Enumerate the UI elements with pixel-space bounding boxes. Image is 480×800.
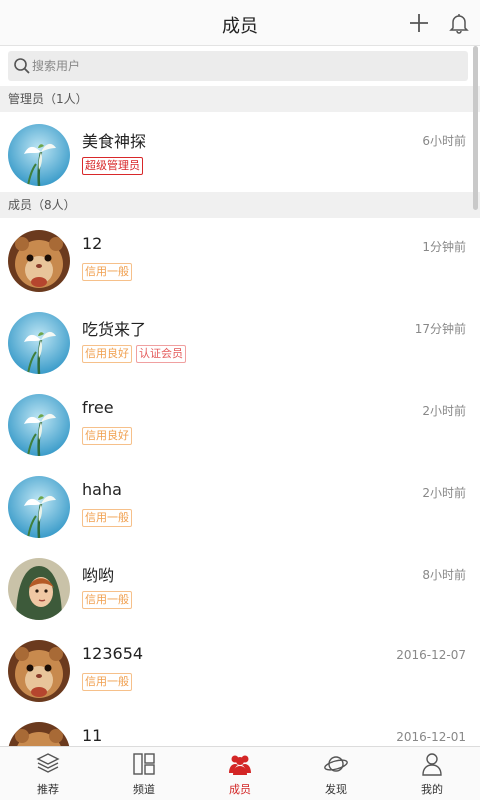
avatar[interactable]	[8, 312, 70, 374]
tab-label: 频道	[133, 783, 155, 796]
member-name: 123654	[82, 644, 144, 663]
avatar[interactable]	[8, 476, 70, 538]
member-badges: 信用良好	[82, 424, 136, 445]
search-input[interactable]	[32, 55, 452, 77]
tab-layers[interactable]: 推荐	[0, 747, 96, 800]
member-name: haha	[82, 480, 122, 499]
tab-members[interactable]: 成员	[192, 747, 288, 800]
member-time: 8小时前	[422, 568, 466, 582]
member-badge: 信用良好	[82, 345, 132, 363]
member-name: 美食神探	[82, 132, 147, 151]
tab-label: 我的	[421, 783, 443, 796]
member-name: free	[82, 398, 114, 417]
member-badges: 超级管理员	[82, 154, 147, 175]
member-time: 2小时前	[422, 486, 466, 500]
member-badges: 信用一般	[82, 670, 136, 691]
search-area	[0, 46, 480, 86]
member-badges: 信用良好 认证会员	[82, 342, 190, 363]
avatar[interactable]	[8, 230, 70, 292]
member-name: 哟哟	[82, 566, 115, 585]
member-badges: 信用一般	[82, 588, 136, 609]
bottom-tab-bar: 推荐 频道 成员 发现 我的	[0, 746, 480, 800]
member-time: 17分钟前	[414, 322, 466, 336]
member-badge: 超级管理员	[82, 157, 143, 175]
member-name: 12	[82, 234, 103, 253]
avatar[interactable]	[8, 394, 70, 456]
member-badge: 信用良好	[82, 427, 132, 445]
member-name: 吃货来了	[82, 320, 147, 339]
member-time: 6小时前	[422, 134, 466, 148]
member-row[interactable]: free 2小时前信用良好	[0, 382, 472, 464]
member-row[interactable]: 美食神探 6小时前超级管理员	[0, 112, 472, 194]
avatar[interactable]	[8, 640, 70, 702]
top-bar: 成员	[0, 0, 480, 46]
member-badge: 认证会员	[136, 345, 186, 363]
member-badge: 信用一般	[82, 673, 132, 691]
member-name: 11	[82, 726, 103, 745]
member-badge: 信用一般	[82, 509, 132, 527]
member-row[interactable]: 哟哟 8小时前信用一般	[0, 546, 472, 628]
avatar[interactable]	[8, 558, 70, 620]
member-time: 1分钟前	[422, 240, 466, 254]
member-badge: 信用一般	[82, 591, 132, 609]
members-section-header: 成员（8人）	[0, 192, 480, 218]
member-row[interactable]: 吃货来了 17分钟前信用良好 认证会员	[0, 300, 472, 382]
tab-planet[interactable]: 发现	[288, 747, 384, 800]
tab-label: 推荐	[37, 783, 59, 796]
member-badges: 信用一般	[82, 260, 136, 281]
member-time: 2小时前	[422, 404, 466, 418]
avatar[interactable]	[8, 124, 70, 186]
member-badge: 信用一般	[82, 263, 132, 281]
tab-label: 成员	[229, 783, 251, 796]
bell-icon[interactable]	[446, 10, 472, 36]
member-time: 2016-12-01	[396, 730, 466, 744]
plus-icon[interactable]	[406, 10, 432, 36]
tab-label: 发现	[325, 783, 347, 796]
member-row[interactable]: haha 2小时前信用一般	[0, 464, 472, 546]
scrollbar[interactable]	[473, 46, 478, 210]
search-icon	[14, 58, 30, 74]
search-box[interactable]	[8, 51, 468, 81]
member-row[interactable]: 123654 2016-12-07 信用一般	[0, 628, 472, 710]
member-time: 2016-12-07	[396, 648, 466, 662]
tab-person[interactable]: 我的	[384, 747, 480, 800]
tab-grid[interactable]: 频道	[96, 747, 192, 800]
member-badges: 信用一般	[82, 506, 136, 527]
admins-section-header: 管理员（1人）	[0, 86, 480, 112]
member-row[interactable]: 12 1分钟前信用一般	[0, 218, 472, 300]
